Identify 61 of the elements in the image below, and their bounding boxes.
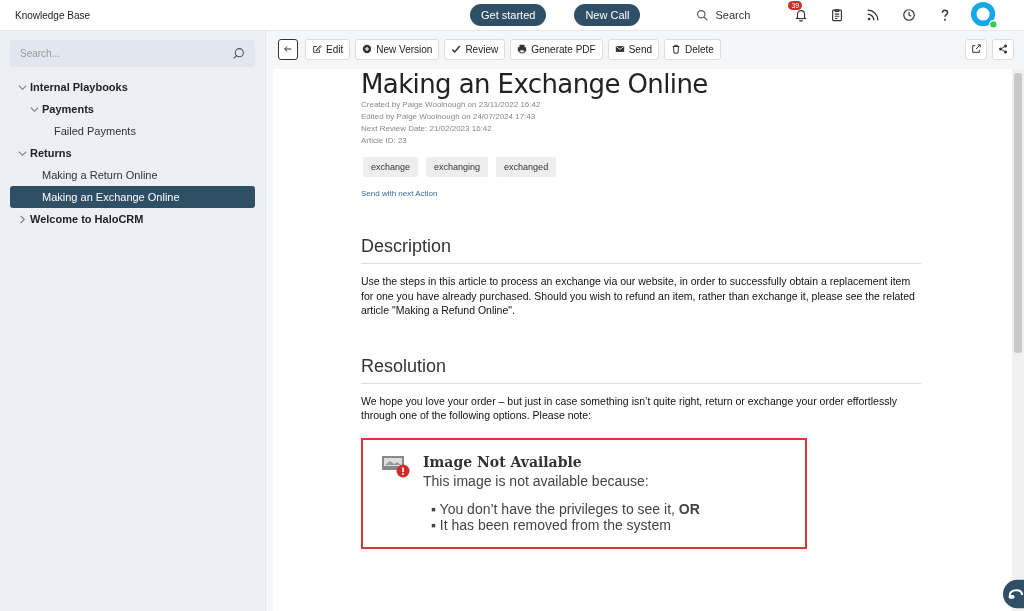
external-link-icon: [971, 44, 981, 54]
tree-item[interactable]: Welcome to HaloCRM: [10, 208, 255, 230]
paragraph: We hope you love your order – but just in case something isn’t quite right, return or exchange your order effortlessly through one of the following options. Please note:: [361, 393, 898, 423]
notice-reason: ▪ You don’t have the privileges to see it, OR: [431, 500, 700, 517]
rss-icon[interactable]: [866, 8, 881, 22]
paragraph: Use the steps in this article to process an exchange via our website, in order to successfully obtain a replacement item for one you have already purchased. Should you wish to refund an item, rather than exchange it, please see the related article "Making a Refund Online".: [361, 274, 916, 318]
action-button[interactable]: Get started: [470, 4, 547, 26]
toolbar-button[interactable]: Review: [444, 38, 506, 60]
chat-icon[interactable]: [1003, 579, 1024, 609]
bell-icon[interactable]: [794, 8, 809, 22]
scrollbar-thumb[interactable]: [1014, 73, 1022, 353]
tree-item[interactable]: Making an Exchange Online: [10, 186, 255, 208]
tag-chip[interactable]: exchanging: [426, 157, 489, 177]
share-button[interactable]: [992, 38, 1014, 60]
tree-item[interactable]: Failed Payments: [10, 120, 255, 142]
open-external-button[interactable]: [965, 38, 987, 60]
broken-image-icon: [381, 453, 411, 480]
tag-chip[interactable]: exchange: [363, 157, 419, 177]
notice-text: This image is not available because:: [423, 472, 650, 489]
search-icon: [696, 8, 710, 22]
page-title: Knowledge Base: [15, 9, 92, 21]
chevron-down-icon[interactable]: [18, 148, 27, 158]
trash-icon: [671, 44, 681, 54]
notice-title: Image Not Available: [423, 453, 583, 470]
clipboard-icon[interactable]: [830, 8, 845, 22]
article-meta: Created by Paige Woolnough on 23/11/2022 16:42: [361, 99, 542, 111]
edit-icon: [312, 44, 322, 54]
search-field[interactable]: Search...: [10, 40, 255, 67]
clock-icon[interactable]: [902, 8, 917, 22]
arrow-left-icon: [283, 44, 293, 54]
send-link[interactable]: Send with next Action: [361, 189, 921, 198]
article-meta: Article ID: 23: [361, 135, 408, 147]
avatar-icon[interactable]: [970, 1, 999, 29]
notice-reason: ▪ It has been removed from the system: [431, 516, 672, 533]
section-heading: Description: [361, 236, 921, 264]
article-meta: Next Review Date: 21/02/2023 16:42: [361, 123, 493, 135]
article-meta: Edited by Paige Woolnough on 24/07/2024 17:43: [361, 111, 537, 123]
toolbar-button[interactable]: Delete: [664, 38, 721, 60]
check-icon: [451, 44, 462, 54]
chevron-down-icon[interactable]: [30, 104, 39, 114]
tree-item[interactable]: Making a Return Online: [10, 164, 255, 186]
toolbar-button[interactable]: Send: [607, 38, 659, 60]
toolbar-button[interactable]: Edit: [305, 38, 351, 60]
share-icon: [998, 44, 1008, 54]
tag-chip[interactable]: exchanged: [496, 157, 557, 177]
section-heading: Resolution: [361, 355, 921, 384]
back-button[interactable]: [278, 38, 298, 60]
tree-item[interactable]: Returns: [10, 142, 255, 164]
toolbar-button[interactable]: Generate PDF: [510, 38, 603, 60]
toolbar-button[interactable]: New Version: [355, 38, 440, 60]
chevron-right-icon[interactable]: [18, 214, 27, 224]
tree-item[interactable]: Internal Playbooks: [10, 76, 255, 98]
action-button[interactable]: New Call: [574, 4, 641, 26]
chevron-down-icon[interactable]: [18, 82, 27, 92]
tree-item[interactable]: Payments: [10, 98, 255, 120]
search-button[interactable]: Search: [690, 7, 781, 23]
mail-icon: [614, 44, 625, 54]
print-icon: [517, 44, 528, 54]
plus-icon: [362, 44, 373, 54]
article-title: Making an Exchange Online: [361, 69, 709, 99]
search-icon[interactable]: [232, 47, 245, 60]
